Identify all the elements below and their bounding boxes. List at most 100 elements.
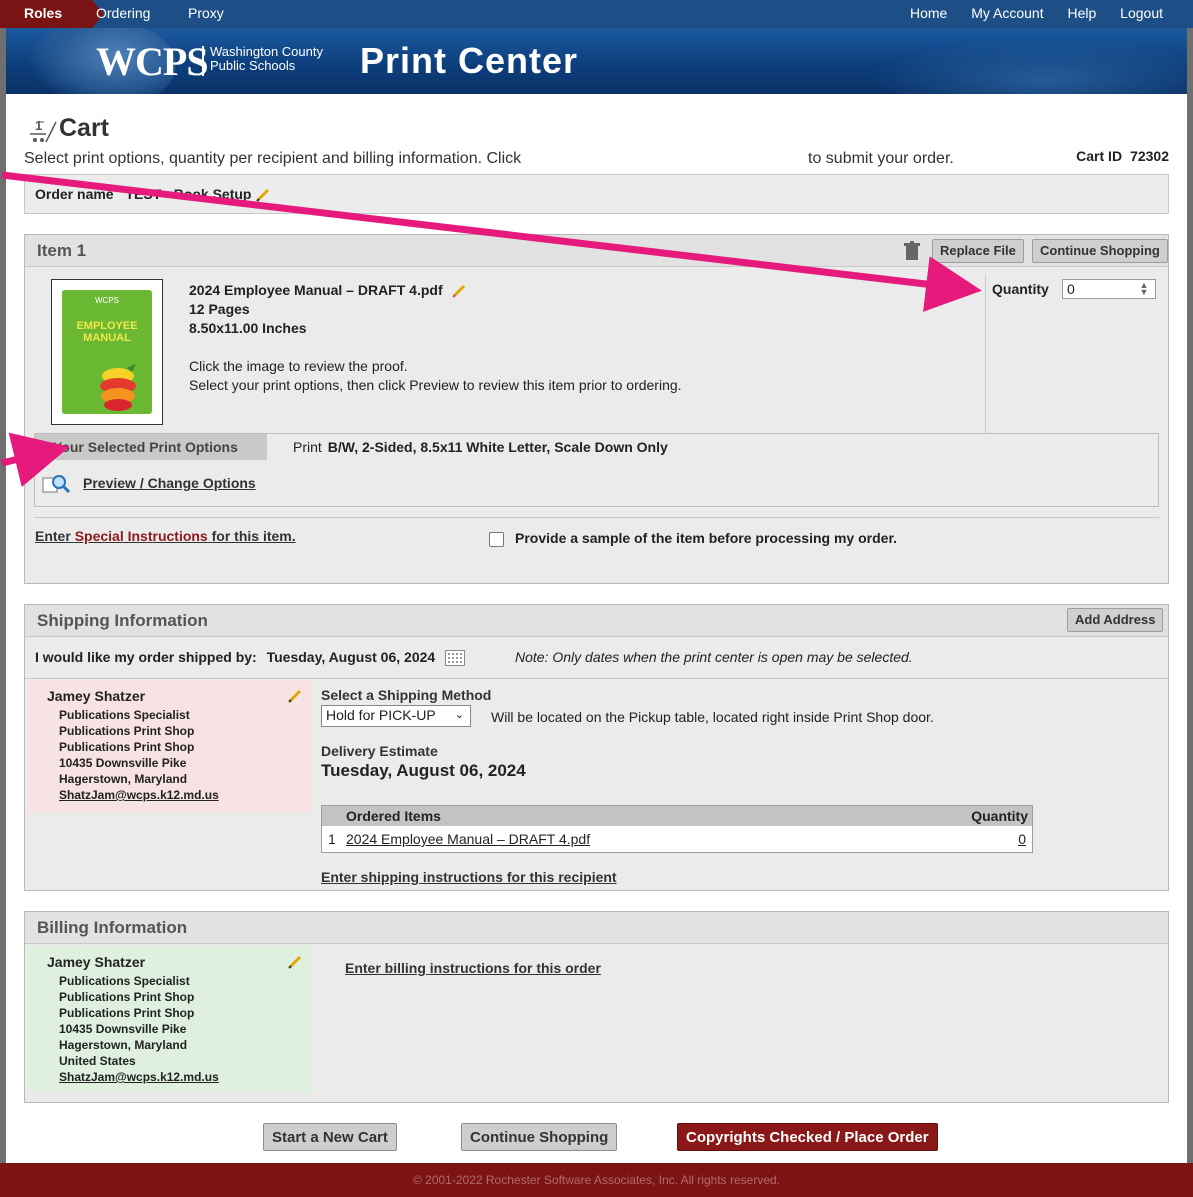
wcps-logo: WCPS — [96, 39, 209, 84]
top-nav-bar: Roles Ordering Proxy Home My Account Hel… — [0, 0, 1193, 28]
footer-copyright: © 2001-2022 Rochester Software Associate… — [0, 1163, 1193, 1197]
special-prefix: Enter — [35, 528, 75, 544]
shipping-email-link[interactable]: ShatzJam@wcps.k12.md.us — [59, 787, 311, 803]
shipping-address-line: Publications Print Shop — [59, 740, 195, 754]
nav-proxy[interactable]: Proxy — [188, 0, 224, 28]
edit-file-name-icon[interactable] — [451, 283, 467, 299]
start-new-cart-button[interactable]: Start a New Cart — [263, 1123, 397, 1151]
billing-panel: Billing Information Jamey Shatzer Public… — [24, 911, 1169, 1103]
item-info-gap — [189, 338, 682, 357]
proof-thumbnail[interactable]: WCPS EMPLOYEE MANUAL — [51, 279, 163, 425]
nav-help-link[interactable]: Help — [1067, 5, 1096, 21]
item-title: Item 1 — [37, 241, 87, 260]
billing-address-line: 10435 Downsville Pike — [59, 1022, 187, 1036]
item-header: Item 1 Replace File Continue Shopping — [25, 235, 1168, 267]
continue-shopping-top-button[interactable]: Continue Shopping — [1032, 239, 1168, 263]
shipping-method-title: Select a Shipping Method — [321, 687, 492, 703]
special-suffix: for this item. — [207, 528, 296, 544]
add-address-button[interactable]: Add Address — [1067, 608, 1164, 632]
place-order-button[interactable]: Copyrights Checked / Place Order — [677, 1123, 938, 1151]
shipping-method-area: Select a Shipping Method Hold for PICK-U… — [321, 687, 1161, 885]
ship-by-row: I would like my order shipped by: Tuesda… — [25, 637, 1168, 679]
shipping-method-note: Will be located on the Pickup table, loc… — [491, 709, 934, 725]
item-separator — [34, 517, 1159, 518]
ship-by-note: Note: Only dates when the print center i… — [515, 649, 913, 665]
nav-right-links: Home My Account Help Logout — [890, 0, 1163, 28]
billing-address-line: United States — [59, 1054, 136, 1068]
billing-address-line: Publications Print Shop — [59, 1006, 195, 1020]
logo-divider — [202, 46, 204, 76]
shipping-address-line: Publications Specialist — [59, 708, 190, 722]
calendar-icon[interactable] — [445, 650, 466, 667]
print-options-summary: Print B/W, 2-Sided, 8.5x11 White Letter, … — [293, 439, 668, 455]
shipping-instructions-link[interactable]: Enter shipping instructions for this rec… — [321, 869, 617, 885]
sample-checkbox-label: Provide a sample of the item before proc… — [515, 530, 898, 546]
shipping-method-value: Hold for PICK-UP — [326, 707, 436, 723]
item-hint-1: Click the image to review the proof. — [189, 358, 408, 374]
cart-description: Select print options, quantity per recip… — [24, 150, 522, 167]
print-value: B/W, 2-Sided, 8.5x11 White Letter, Scale… — [327, 439, 668, 455]
shipping-panel: Shipping Information Add Address I would… — [24, 604, 1169, 891]
row-quantity-link[interactable]: 0 — [1018, 831, 1026, 847]
quantity-column: Quantity 0 ▲ ▼ — [985, 275, 1169, 433]
cart-id-label: Cart ID — [1076, 148, 1123, 164]
quantity-column-header: Quantity — [971, 808, 1028, 824]
thumbnail-logo: WCPS — [95, 296, 119, 305]
billing-instructions-link[interactable]: Enter billing instructions for this orde… — [345, 960, 601, 976]
quantity-input[interactable]: 0 ▲ ▼ — [1062, 279, 1156, 299]
replace-file-button[interactable]: Replace File — [932, 239, 1024, 263]
trash-icon[interactable] — [903, 241, 921, 261]
sample-checkbox[interactable] — [489, 532, 504, 547]
nav-home-link[interactable]: Home — [910, 5, 947, 21]
quantity-label: Quantity — [992, 281, 1049, 297]
quantity-spinner[interactable]: ▲ ▼ — [1138, 281, 1150, 297]
preview-change-options-link[interactable]: Preview / Change Options — [83, 475, 256, 491]
row-number: 1 — [328, 831, 336, 847]
continue-shopping-button[interactable]: Continue Shopping — [461, 1123, 618, 1151]
edit-shipping-address-icon[interactable] — [287, 688, 303, 704]
logo-subtitle-line-2: Public Schools — [210, 58, 296, 73]
banner-swoosh-right — [867, 38, 1187, 94]
row-item-link[interactable]: 2024 Employee Manual – DRAFT 4.pdf — [346, 831, 590, 847]
print-options-box: Your Selected Print Options Print B/W, 2-… — [34, 433, 1159, 507]
billing-address-line: Publications Print Shop — [59, 990, 195, 1004]
delivery-estimate-title: Delivery Estimate — [321, 743, 438, 759]
special-instructions-red: Special Instructions — [74, 528, 208, 544]
billing-address-card: Jamey Shatzer Publications Specialist Pu… — [27, 946, 311, 1092]
item-details: 2024 Employee Manual – DRAFT 4.pdf 12 Pa… — [189, 281, 682, 395]
table-row: 1 2024 Employee Manual – DRAFT 4.pdf 0 — [322, 826, 1032, 852]
billing-address-line: Hagerstown, Maryland — [59, 1038, 188, 1052]
item-size: 8.50x11.00 Inches — [189, 320, 307, 336]
shipping-recipient-name: Jamey Shatzer — [47, 688, 146, 704]
cart-slash-icon — [45, 121, 57, 143]
chevron-down-icon: ⌄ — [454, 709, 464, 721]
order-name-bar: Order name TEST - Book Setup — [24, 174, 1169, 214]
item-pages: 12 Pages — [189, 301, 250, 317]
header-banner: WCPS Washington County Public Schools Pr… — [6, 28, 1187, 94]
nav-my-account-link[interactable]: My Account — [971, 5, 1043, 21]
ordered-items-table: Ordered Items Quantity 1 2024 Employee M… — [321, 805, 1033, 853]
quantity-value: 0 — [1067, 281, 1075, 297]
nav-ordering[interactable]: Ordering — [96, 0, 150, 28]
ship-by-date[interactable]: Tuesday, August 06, 2024 — [267, 649, 436, 665]
cart-id: Cart ID 72302 — [1076, 148, 1169, 164]
banner-title: Print Center — [360, 40, 579, 81]
nav-roles[interactable]: Roles — [0, 0, 92, 28]
order-name-value: TEST - Book Setup — [125, 186, 252, 202]
preview-magnifier-icon[interactable] — [41, 472, 73, 494]
fruit-illustration-icon — [100, 364, 136, 411]
ordered-items-header: Ordered Items Quantity — [322, 806, 1032, 826]
nav-logout-link[interactable]: Logout — [1120, 5, 1163, 21]
shipping-method-select[interactable]: Hold for PICK-UP ⌄ — [321, 705, 471, 727]
shipping-address-line: Publications Print Shop — [59, 724, 195, 738]
billing-email-link[interactable]: ShatzJam@wcps.k12.md.us — [59, 1069, 311, 1085]
print-options-tab: Your Selected Print Options — [35, 434, 267, 460]
edit-order-name-icon[interactable] — [255, 187, 271, 203]
shipping-address-card: Jamey Shatzer Publications Specialist Pu… — [27, 680, 311, 812]
edit-billing-address-icon[interactable] — [287, 954, 303, 970]
special-instructions-link[interactable]: Enter Special Instructions for this item… — [35, 528, 296, 544]
billing-address-line: Publications Specialist — [59, 974, 190, 988]
order-name-label: Order name — [35, 186, 114, 202]
logo-subtitle-line-1: Washington County — [210, 44, 323, 59]
cart-count-badge: 1 — [35, 118, 43, 133]
